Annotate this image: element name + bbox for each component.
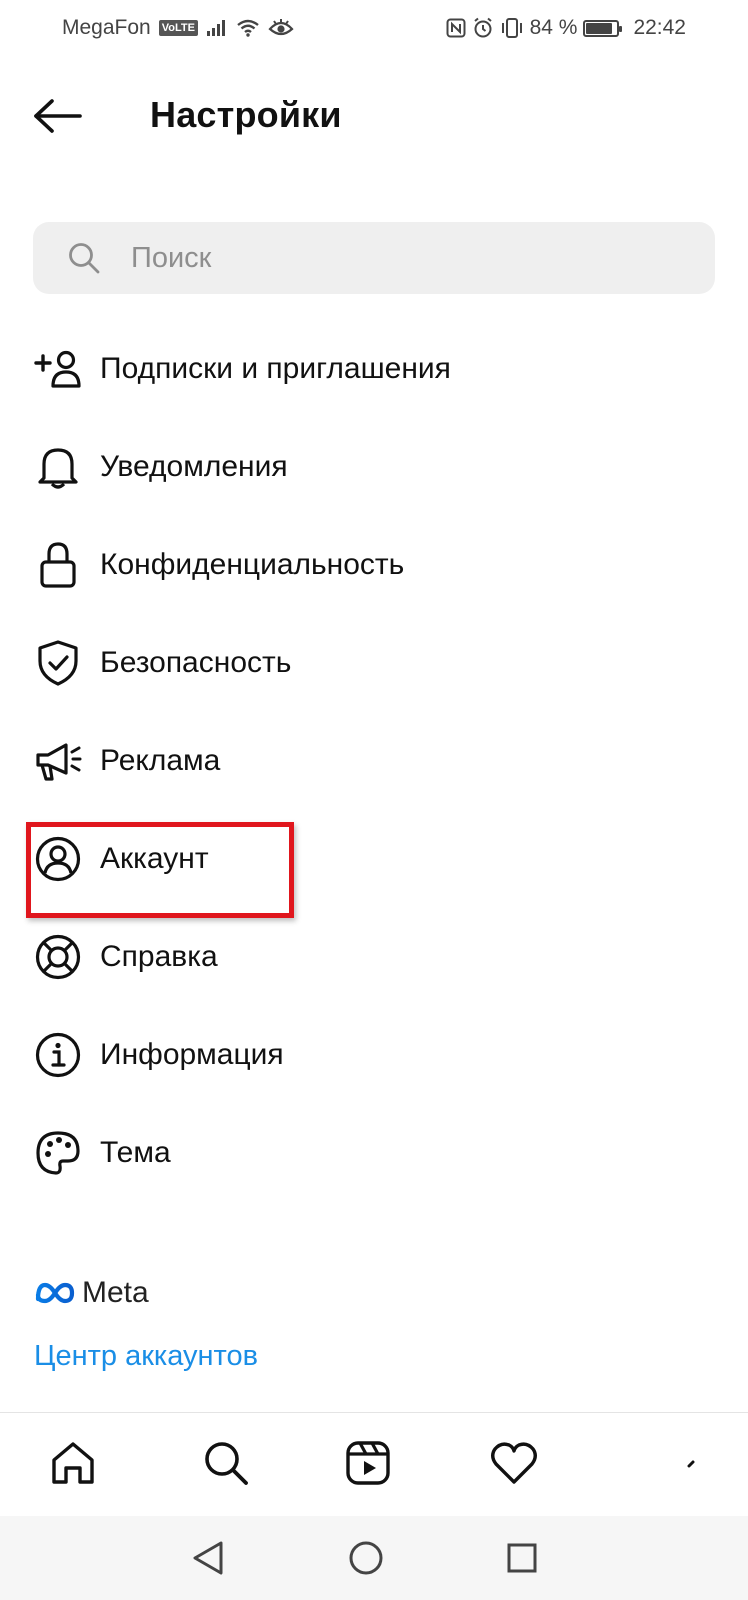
accounts-center-link[interactable]: Центр аккаунтов [34, 1340, 258, 1373]
battery-percent: 84 % [529, 16, 578, 39]
menu-item-label: Информация [100, 1038, 284, 1071]
system-home-button[interactable] [344, 1536, 388, 1580]
eye-icon [268, 19, 294, 37]
menu-item-privacy[interactable]: Конфиденциальность [0, 516, 748, 614]
bell-icon [34, 443, 82, 491]
menu-item-label: Реклама [100, 744, 221, 777]
carrier-name: MegaFon [62, 16, 151, 39]
user-circle-icon [34, 835, 82, 883]
signal-icon [206, 19, 228, 37]
menu-item-label: Безопасность [100, 646, 292, 679]
page-title: Настройки [150, 94, 342, 135]
search-bar[interactable] [33, 222, 715, 294]
arrow-left-icon [34, 99, 82, 133]
nfc-icon [446, 18, 466, 38]
meta-brand-text: Meta [82, 1276, 149, 1309]
back-button[interactable] [30, 92, 86, 140]
menu-item-label: Тема [100, 1136, 171, 1169]
status-left: MegaFon VoLTE [62, 16, 294, 40]
palette-icon [34, 1129, 82, 1177]
search-icon [205, 1442, 248, 1485]
heart-icon [491, 1442, 537, 1484]
nav-search-button[interactable] [198, 1435, 254, 1491]
menu-item-security[interactable]: Безопасность [0, 614, 748, 712]
home-circle-icon [349, 1541, 383, 1575]
nav-profile-button[interactable] [672, 1435, 702, 1491]
menu-item-label: Уведомления [100, 450, 288, 483]
menu-item-info[interactable]: Информация [0, 1006, 748, 1104]
alarm-icon [472, 17, 494, 39]
nav-reels-button[interactable] [340, 1435, 396, 1491]
search-input[interactable] [131, 241, 651, 275]
meta-infinity-icon [35, 1282, 75, 1304]
system-recents-button[interactable] [500, 1536, 544, 1580]
add-person-icon [34, 345, 82, 393]
meta-brand: Meta [34, 1276, 149, 1310]
megaphone-icon [34, 737, 82, 785]
vibrate-icon [500, 17, 524, 39]
menu-item-ads[interactable]: Реклама [0, 712, 748, 810]
search-icon [69, 243, 100, 274]
reels-icon [346, 1441, 390, 1485]
back-triangle-icon [193, 1541, 223, 1575]
menu-item-follow-invite[interactable]: Подписки и приглашения [0, 320, 748, 418]
profile-partial-icon [687, 1460, 695, 1468]
bottom-nav [0, 1412, 748, 1516]
clock: 22:42 [633, 16, 686, 39]
wifi-icon [236, 19, 260, 37]
menu-item-label: Конфиденциальность [100, 548, 405, 581]
recents-square-icon [507, 1543, 537, 1573]
menu-item-label: Подписки и приглашения [100, 352, 451, 385]
info-icon [34, 1031, 82, 1079]
header: Настройки [0, 80, 748, 152]
system-nav-bar [0, 1516, 748, 1600]
menu-item-account[interactable]: Аккаунт [0, 810, 748, 908]
lifebuoy-icon [34, 933, 82, 981]
settings-menu: Подписки и приглашения Уведомления Конфи… [0, 320, 748, 1202]
settings-screen: MegaFon VoLTE 84 % 22:42 Настройки Поиск… [0, 0, 748, 1600]
status-right: 84 % 22:42 [446, 16, 686, 40]
menu-item-label: Справка [100, 940, 218, 973]
menu-item-help[interactable]: Справка [0, 908, 748, 1006]
status-bar: MegaFon VoLTE 84 % 22:42 [0, 0, 748, 56]
shield-check-icon [34, 639, 82, 687]
battery-icon [583, 19, 623, 37]
menu-item-label: Аккаунт [100, 842, 209, 875]
system-back-button[interactable] [186, 1536, 230, 1580]
menu-item-notifications[interactable]: Уведомления [0, 418, 748, 516]
menu-item-theme[interactable]: Тема [0, 1104, 748, 1202]
home-icon [52, 1442, 94, 1484]
battery-level [586, 22, 612, 34]
lock-icon [34, 541, 82, 589]
volte-badge: VoLTE [158, 20, 198, 36]
nav-activity-button[interactable] [486, 1435, 542, 1491]
nav-home-button[interactable] [45, 1435, 101, 1491]
